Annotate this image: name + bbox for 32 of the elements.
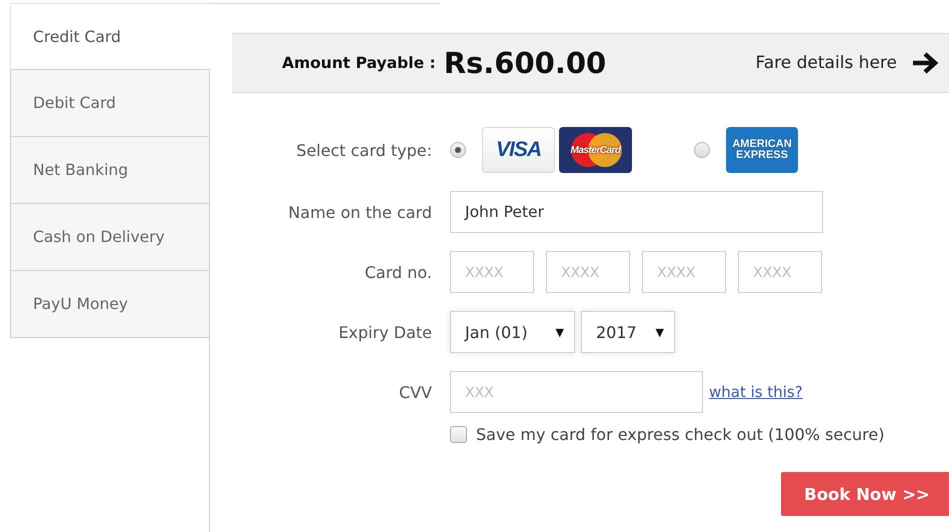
fare-details-link[interactable]: Fare details here: [756, 51, 939, 75]
payment-tab[interactable]: Cash on Delivery: [10, 204, 210, 271]
amount-label: Amount Payable :: [282, 54, 436, 72]
amex-logo: AMERICAN EXPRESS: [726, 127, 798, 173]
field-label: Select card type:: [296, 140, 432, 160]
save-card-checkbox[interactable]: [450, 426, 467, 443]
field-label: CVV: [398, 382, 432, 402]
card-type-radio[interactable]: [450, 142, 466, 158]
card-number-input[interactable]: XXXX: [450, 251, 534, 293]
card-type-radio[interactable]: [694, 142, 710, 158]
card-number-input[interactable]: XXXX: [642, 251, 726, 293]
payment-tab[interactable]: PayU Money: [10, 271, 210, 338]
payment-tab[interactable]: Credit Card: [10, 3, 210, 70]
expiry-month-select[interactable]: Jan (01) ▼: [450, 311, 575, 353]
amount-value: Rs.600.00: [444, 46, 606, 80]
card-number-input[interactable]: XXXX: [738, 251, 822, 293]
payment-tab[interactable]: Net Banking: [10, 137, 210, 204]
expiry-year-select[interactable]: 2017 ▼: [581, 311, 675, 353]
cvv-help-link[interactable]: what is this?: [709, 383, 803, 401]
visa-logo: VISA: [482, 127, 555, 173]
field-label: Card no.: [364, 262, 432, 282]
dropdown-arrow-icon: ▼: [556, 326, 564, 338]
field-label: Name on the card: [288, 202, 432, 222]
dropdown-arrow-icon: ▼: [656, 326, 664, 338]
payment-tab[interactable]: Debit Card: [10, 70, 210, 137]
book-now-button[interactable]: Book Now >>: [781, 472, 949, 516]
name-input[interactable]: John Peter: [450, 191, 823, 233]
arrow-right-icon: [911, 51, 939, 75]
save-card-label: Save my card for express check out (100% secure): [476, 425, 884, 444]
card-number-input[interactable]: XXXX: [546, 251, 630, 293]
cvv-input[interactable]: XXX: [450, 371, 703, 413]
field-label: Expiry Date: [338, 322, 432, 342]
